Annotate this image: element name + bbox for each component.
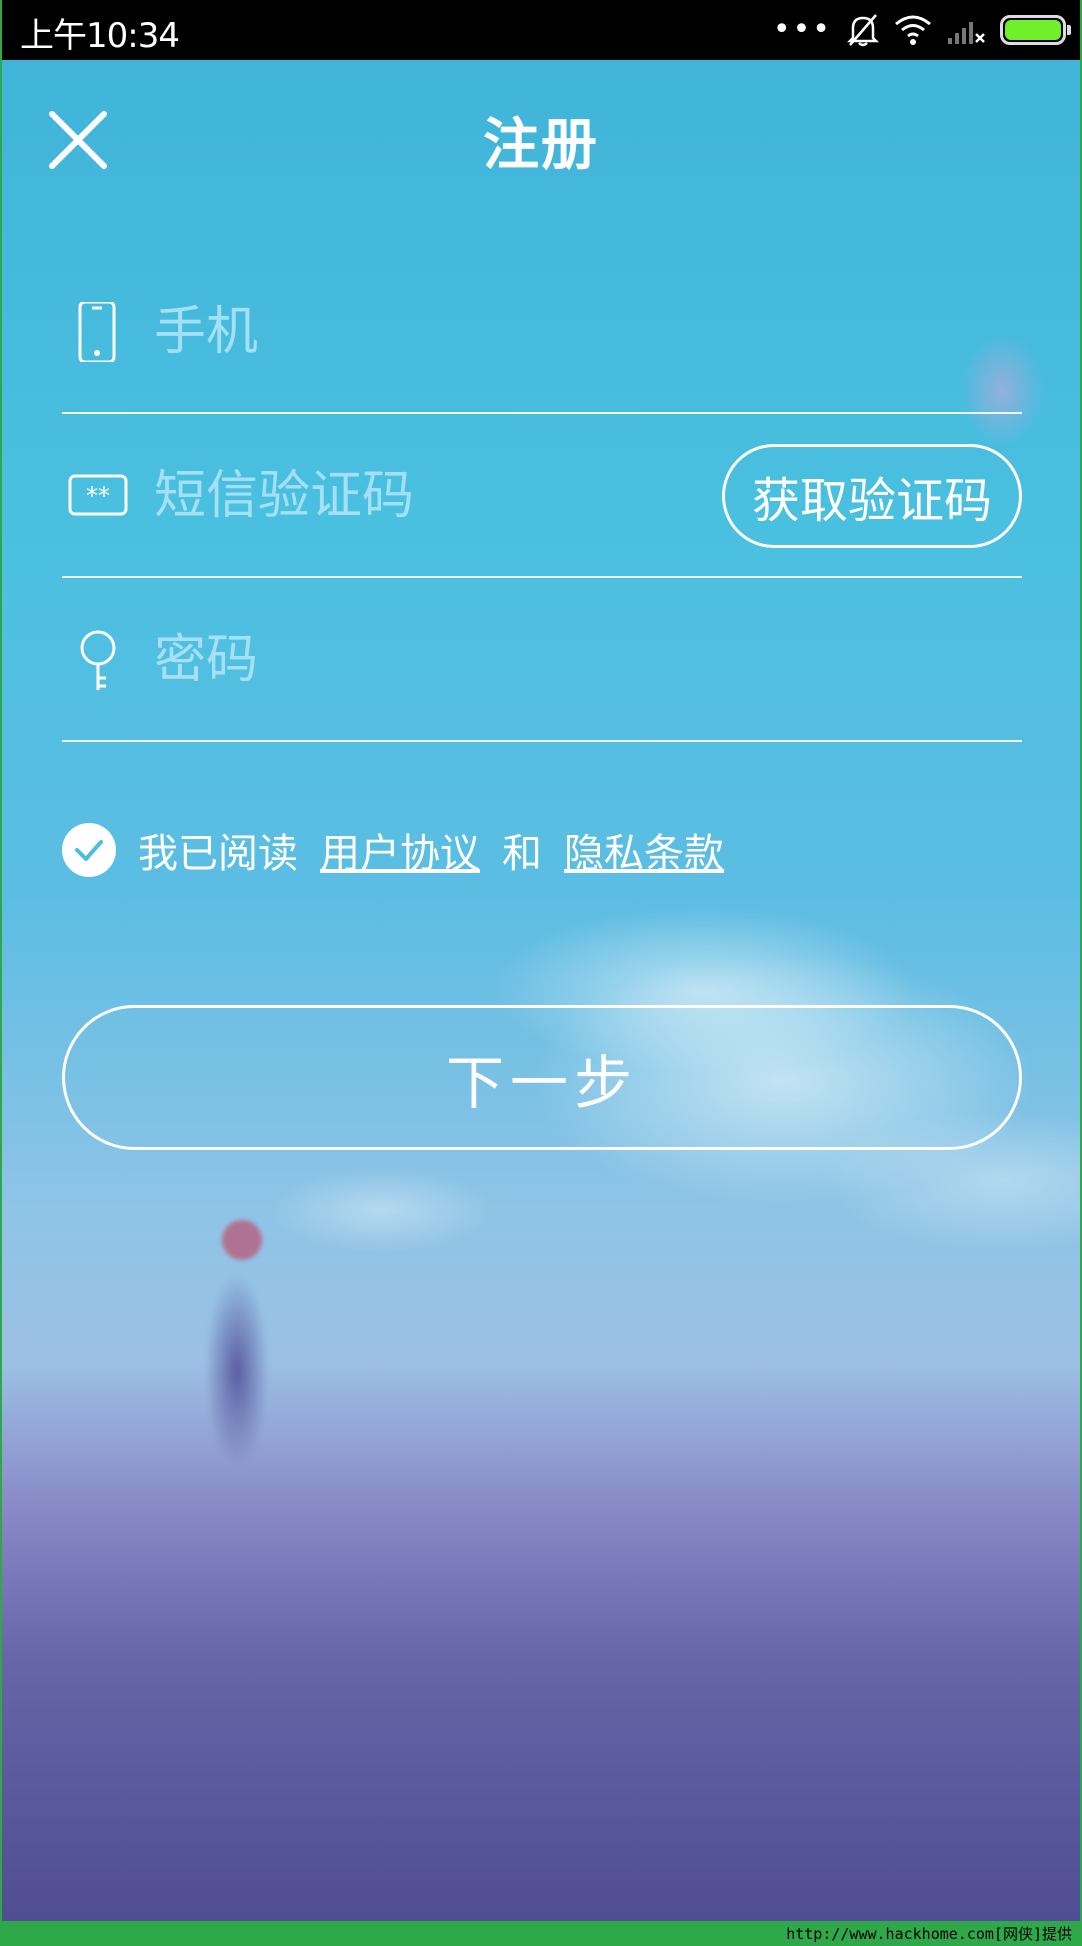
check-icon xyxy=(75,840,103,861)
sms-code-icon: ** xyxy=(68,474,128,516)
sms-code-input[interactable] xyxy=(154,454,714,538)
phone-field xyxy=(62,250,1022,414)
more-dots-icon: ••• xyxy=(772,12,832,47)
key-icon xyxy=(80,630,116,690)
status-time: 上午10:34 xyxy=(20,16,180,56)
status-bar: 上午10:34 ••• xyxy=(2,0,1080,60)
agree-connector: 和 xyxy=(502,831,542,877)
wifi-icon xyxy=(895,15,931,45)
password-input[interactable] xyxy=(154,618,714,702)
svg-text:**: ** xyxy=(86,482,110,510)
next-button[interactable]: 下一步 xyxy=(62,1005,1022,1150)
sms-code-field: ** 获取验证码 xyxy=(62,414,1022,578)
agree-prefix: 我已阅读 xyxy=(138,831,298,877)
user-agreement-link[interactable]: 用户协议 xyxy=(320,821,480,879)
phone-icon xyxy=(78,302,116,362)
bell-muted-icon xyxy=(846,14,880,47)
status-icons: ••• xyxy=(772,10,1071,50)
agreement-row: 我已阅读 用户协议 和 隐私条款 xyxy=(62,820,746,880)
privacy-link[interactable]: 隐私条款 xyxy=(564,821,724,879)
phone-input[interactable] xyxy=(154,290,714,374)
get-code-button[interactable]: 获取验证码 xyxy=(722,444,1022,548)
background-figure xyxy=(192,1220,282,1520)
bottom-bar: http://www.hackhome.com[网侠]提供 xyxy=(2,1921,1080,1946)
password-field xyxy=(62,578,1022,742)
watermark: http://www.hackhome.com[网侠]提供 xyxy=(786,1925,1072,1943)
signal-off-icon xyxy=(948,22,985,44)
phone-screen: 上午10:34 ••• 注册 手机 ** 短信验证码 获取验证码 我已阅读 用户… xyxy=(0,0,1082,1946)
agree-checkbox[interactable] xyxy=(62,823,116,877)
page-title: 注册 xyxy=(483,113,599,178)
register-screen: 注册 ** 获取验证码 xyxy=(2,60,1080,1921)
battery-icon xyxy=(1000,15,1071,45)
